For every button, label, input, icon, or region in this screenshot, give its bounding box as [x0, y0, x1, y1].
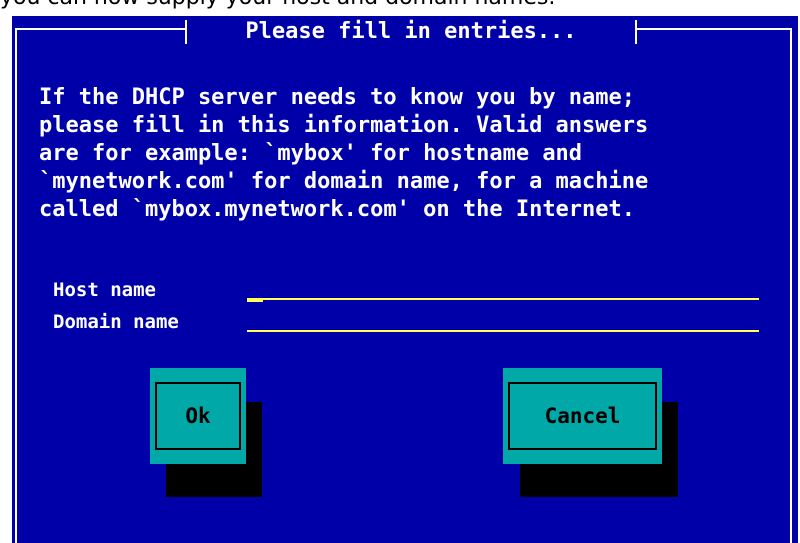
host-name-label: Host name: [53, 279, 156, 301]
background-text: you can now supply your host and domain …: [0, 0, 800, 10]
dhcp-names-dialog: Please fill in entries... If the DHCP se…: [12, 16, 798, 543]
host-name-field[interactable]: [247, 298, 759, 300]
domain-name-label: Domain name: [53, 311, 179, 333]
ok-button-label: Ok: [155, 382, 241, 450]
text-cursor: [247, 298, 263, 302]
installer-screen: you can now supply your host and domain …: [0, 0, 800, 543]
dialog-message: If the DHCP server needs to know you by …: [39, 85, 649, 222]
cancel-button-label: Cancel: [508, 382, 657, 450]
cancel-button[interactable]: Cancel: [503, 368, 662, 464]
dialog-title: Please fill in entries...: [185, 20, 637, 44]
domain-name-field[interactable]: [247, 330, 759, 332]
ok-button[interactable]: Ok: [150, 368, 246, 464]
